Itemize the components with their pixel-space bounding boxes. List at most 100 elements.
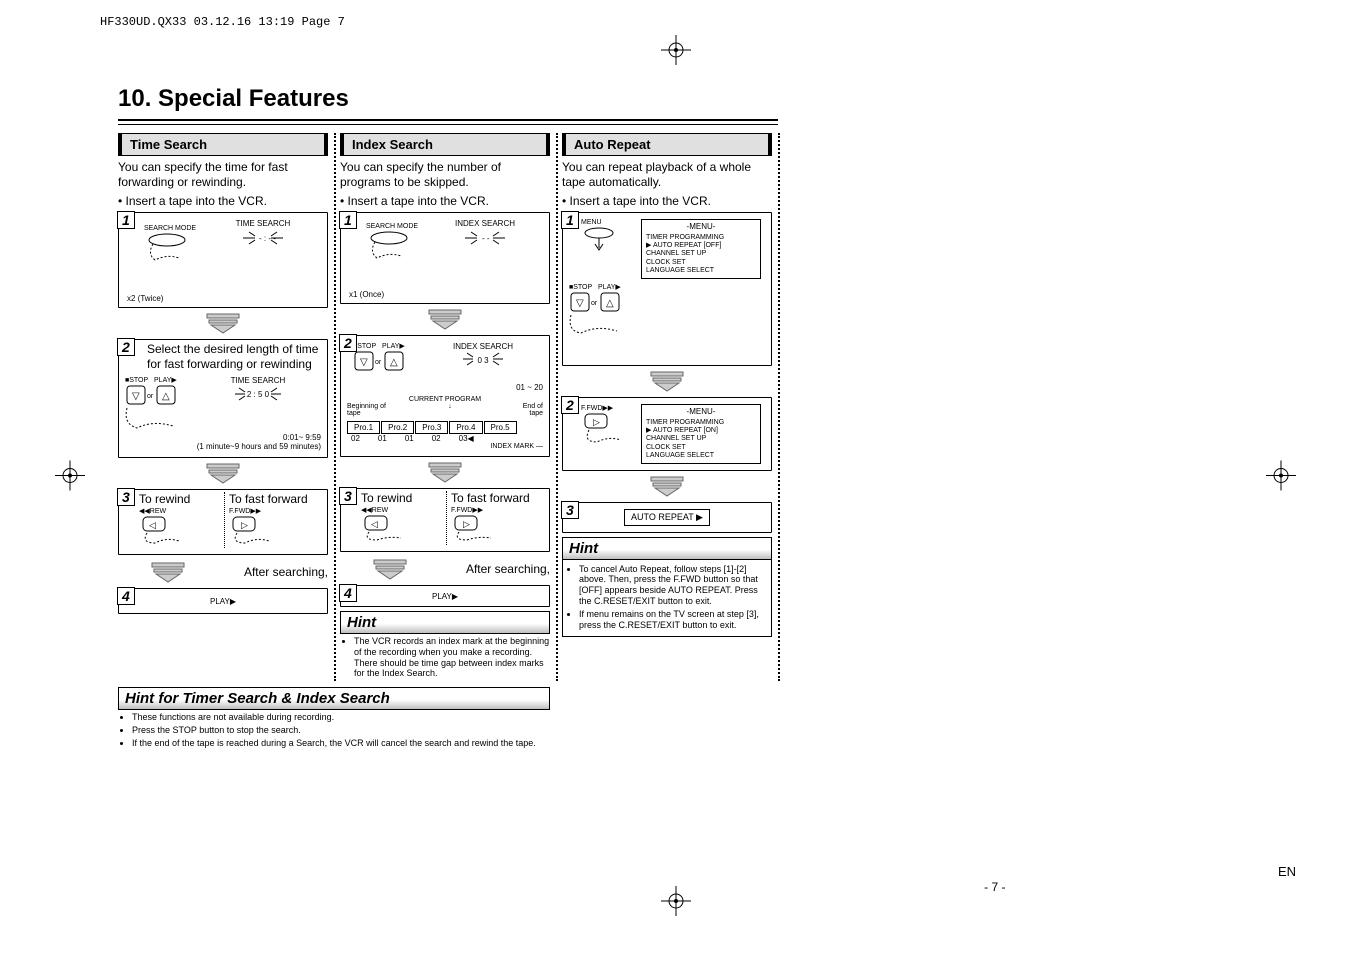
osd-value: 0 3 <box>423 356 543 365</box>
auto-repeat-bullet: • Insert a tape into the VCR. <box>562 194 772 208</box>
time-search-heading: Time Search <box>118 133 328 156</box>
remote-btn-row: ■STOP PLAY▶ <box>353 342 423 350</box>
step-number: 1 <box>339 211 357 229</box>
after-searching-label: After searching, <box>466 562 550 577</box>
svg-text:▽: ▽ <box>360 357 368 368</box>
blink-icon: - - <box>465 228 505 248</box>
index-search-step3: 3 To rewind ◀◀REW ◁ To fast forward F.FW… <box>340 488 550 552</box>
remote-button-icon <box>367 230 417 260</box>
bottom-hint-body: These functions are not available during… <box>118 712 550 748</box>
blink-icon: - : - - <box>243 228 283 248</box>
rew-button-icon: ◁ <box>139 515 183 545</box>
svg-text:▷: ▷ <box>241 520 248 530</box>
step-number: 2 <box>117 338 135 356</box>
step-number: 4 <box>339 584 357 602</box>
column-divider <box>778 133 780 681</box>
arrow-down-icon <box>340 308 550 333</box>
osd-value: 2 : 5 0 <box>195 390 321 399</box>
osd-label: INDEX SEARCH <box>427 219 543 228</box>
menu-button-icon <box>581 226 621 252</box>
auto-repeat-intro: You can repeat playback of a whole tape … <box>562 160 772 190</box>
channel-buttons-icon: ▽ or △ <box>125 384 185 430</box>
ffwd-button-label: F.FWD▶▶ <box>451 506 543 514</box>
channel-buttons-icon: ▽ or △ <box>353 350 409 380</box>
step2-text: Select the desired length of time for fa… <box>147 342 321 372</box>
time-search-step3: 3 To rewind ◀◀REW ◁ To fast forward F.FW… <box>118 489 328 555</box>
step-number: 1 <box>561 211 579 229</box>
begin-tape-label: Beginning of tape <box>347 403 387 417</box>
osd-label: TIME SEARCH <box>195 376 321 385</box>
crop-mark-icon <box>55 461 85 494</box>
menu-button-label: MENU <box>581 219 641 226</box>
step-number: 2 <box>561 396 579 414</box>
ffwd-button-icon: ▷ <box>229 515 273 545</box>
fwd-label: To fast forward <box>229 492 321 507</box>
arrow-down-icon <box>370 558 410 583</box>
svg-text:◁: ◁ <box>371 519 378 529</box>
time-search-bullet: • Insert a tape into the VCR. <box>118 194 328 208</box>
time-search-step2: 2 Select the desired length of time for … <box>118 339 328 458</box>
arrow-down-icon <box>118 462 328 487</box>
hint-heading: Hint <box>340 611 550 634</box>
play-label: PLAY▶ <box>432 592 458 601</box>
remote-button-label: SEARCH MODE <box>135 225 205 232</box>
range-label: 0:01~ 9:59 <box>125 433 321 442</box>
auto-repeat-step2: 2 F.FWD▶▶ ▷ -MENU- TIMER PROGRAMMING ▶ A… <box>562 397 772 471</box>
index-search-heading: Index Search <box>340 133 550 156</box>
index-search-bullet: • Insert a tape into the VCR. <box>340 194 550 208</box>
svg-text:▽: ▽ <box>576 298 584 309</box>
play-label: PLAY▶ <box>210 597 236 606</box>
remote-button-label: SEARCH MODE <box>357 223 427 230</box>
index-mark-label: INDEX MARK — <box>347 443 543 450</box>
crop-mark-icon <box>661 35 691 68</box>
svg-text:△: △ <box>606 298 614 309</box>
svg-text:▷: ▷ <box>463 519 470 529</box>
rew-button-label: ◀◀REW <box>361 506 446 514</box>
svg-text:or: or <box>147 393 154 400</box>
range-label2: (1 minute~9 hours and 59 minutes) <box>125 442 321 451</box>
remote-button-icon <box>145 232 195 262</box>
svg-text:◁: ◁ <box>149 520 156 530</box>
remote-btn-row: ■STOP PLAY▶ <box>125 376 195 384</box>
bottom-hint-heading: Hint for Timer Search & Index Search <box>118 687 550 710</box>
program-row: Pro.1 Pro.2 Pro.3 Pro.4 Pro.5 <box>347 421 543 434</box>
osd-menu: -MENU- TIMER PROGRAMMING ▶ AUTO REPEAT [… <box>641 219 761 279</box>
index-search-step1: 1 SEARCH MODE INDEX SEARCH - - x1 (Once) <box>340 212 550 304</box>
press-count: x2 (Twice) <box>127 294 163 303</box>
index-search-step2: 2 ■STOP PLAY▶ ▽ or △ INDEX SEARCH <box>340 335 550 457</box>
svg-text:△: △ <box>162 391 170 402</box>
column-divider <box>556 133 558 681</box>
svg-text:or: or <box>375 359 382 366</box>
step-number: 2 <box>339 334 357 352</box>
time-search-step4: 4 PLAY▶ <box>118 588 328 614</box>
osd-label: TIME SEARCH <box>205 219 321 228</box>
hint-body: To cancel Auto Repeat, follow steps [1]-… <box>562 560 772 638</box>
rew-button-icon: ◁ <box>361 514 405 542</box>
ffwd-button-label: F.FWD▶▶ <box>581 404 641 412</box>
svg-text:or: or <box>591 300 598 307</box>
time-search-intro: You can specify the time for fast forwar… <box>118 160 328 190</box>
press-count: x1 (Once) <box>349 290 384 299</box>
svg-text:▷: ▷ <box>593 417 600 427</box>
page-number: - 7 - <box>346 880 1006 894</box>
fwd-label: To fast forward <box>451 491 543 506</box>
time-search-step1: 1 SEARCH MODE TIME SEARCH - : - - x2 (Tw… <box>118 212 328 308</box>
arrow-down-icon <box>562 475 772 500</box>
auto-repeat-heading: Auto Repeat <box>562 133 772 156</box>
language-code: EN <box>1278 864 1296 879</box>
index-search-step4: 4 PLAY▶ <box>340 585 550 607</box>
auto-repeat-osd: AUTO REPEAT ▶ <box>624 509 710 526</box>
auto-repeat-step1: 1 MENU -MENU- TIMER PROGRAMMING ▶ AUTO R… <box>562 212 772 366</box>
rew-button-label: ◀◀REW <box>139 507 224 515</box>
arrow-down-icon <box>562 370 772 395</box>
osd-label: INDEX SEARCH <box>423 342 543 351</box>
step-number: 1 <box>117 211 135 229</box>
svg-text:- : - -: - : - - <box>259 234 276 243</box>
end-tape-label: End of tape <box>513 403 543 417</box>
step-number: 3 <box>339 487 357 505</box>
rewind-label: To rewind <box>361 491 446 506</box>
channel-buttons-icon: ▽ or △ <box>569 291 629 335</box>
ffwd-button-icon: ▷ <box>581 412 625 446</box>
index-mark-row: 02 01 01 02 03◀ <box>351 434 543 443</box>
svg-text:△: △ <box>390 357 398 368</box>
